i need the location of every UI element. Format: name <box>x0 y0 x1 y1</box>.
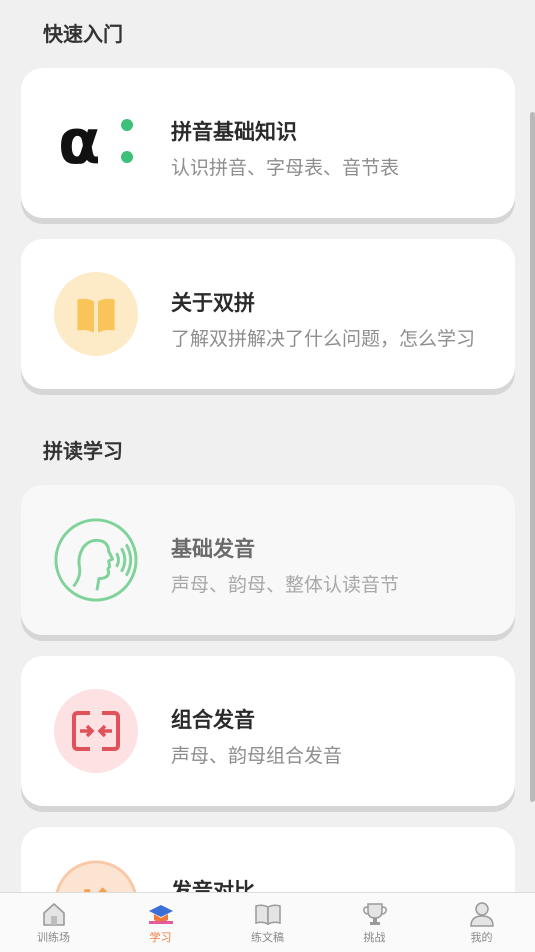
section-title-quick-start: 快速入门 <box>43 22 123 46</box>
section-title-pinyin-reading: 拼读学习 <box>43 439 123 463</box>
tab-challenge[interactable]: 挑战 <box>321 893 428 952</box>
card-title: 发音对比 <box>171 879 255 892</box>
tab-label: 训练场 <box>37 931 70 944</box>
graduation-cap-icon <box>148 905 173 924</box>
tab-label: 我的 <box>470 931 493 944</box>
bottom-tab-bar: 训练场 学习 练文稿 挑战 我的 <box>0 892 535 952</box>
tab-label: 挑战 <box>363 931 386 944</box>
open-book-icon <box>54 272 138 356</box>
tab-training[interactable]: 训练场 <box>0 893 107 952</box>
tab-label: 学习 <box>149 931 172 944</box>
house-icon <box>42 903 65 926</box>
card-pinyin-basics[interactable]: α 拼音基础知识 认识拼音、字母表、音节表 <box>21 68 515 218</box>
alpha-colon-icon: α <box>54 101 138 185</box>
speaking-head-icon <box>54 518 138 602</box>
card-combined-pronunciation[interactable]: 组合发音 声母、韵母组合发音 <box>21 656 515 806</box>
book-icon <box>254 904 281 926</box>
card-pronunciation-compare[interactable]: 发音对比 <box>21 827 515 892</box>
card-about-shuangpin[interactable]: 关于双拼 了解双拼解决了什么问题，怎么学习 <box>21 239 515 389</box>
card-subtitle: 声母、韵母组合发音 <box>171 745 343 767</box>
card-subtitle: 声母、韵母、整体认读音节 <box>171 574 400 596</box>
content-scroll-area[interactable]: 快速入门 α 拼音基础知识 认识拼音、字母表、音节表 关于双拼 了解双拼解决了什… <box>0 0 535 892</box>
user-icon <box>469 902 494 927</box>
card-subtitle: 认识拼音、字母表、音节表 <box>171 157 400 179</box>
svg-text:α: α <box>58 113 101 173</box>
card-title: 拼音基础知识 <box>171 120 297 144</box>
scrollbar[interactable] <box>530 112 535 802</box>
merge-arrows-icon <box>54 689 138 773</box>
trophy-icon <box>362 903 387 925</box>
card-basic-pronunciation[interactable]: 基础发音 声母、韵母、整体认读音节 <box>21 485 515 635</box>
tab-profile[interactable]: 我的 <box>428 893 535 952</box>
tab-practice-text[interactable]: 练文稿 <box>214 893 321 952</box>
card-title: 关于双拼 <box>171 291 255 315</box>
compare-icon <box>54 860 138 892</box>
tab-label: 练文稿 <box>251 931 284 944</box>
card-title: 组合发音 <box>171 708 255 732</box>
card-title: 基础发音 <box>171 537 255 561</box>
tab-learn[interactable]: 学习 <box>107 893 214 952</box>
card-subtitle: 了解双拼解决了什么问题，怎么学习 <box>171 328 476 350</box>
